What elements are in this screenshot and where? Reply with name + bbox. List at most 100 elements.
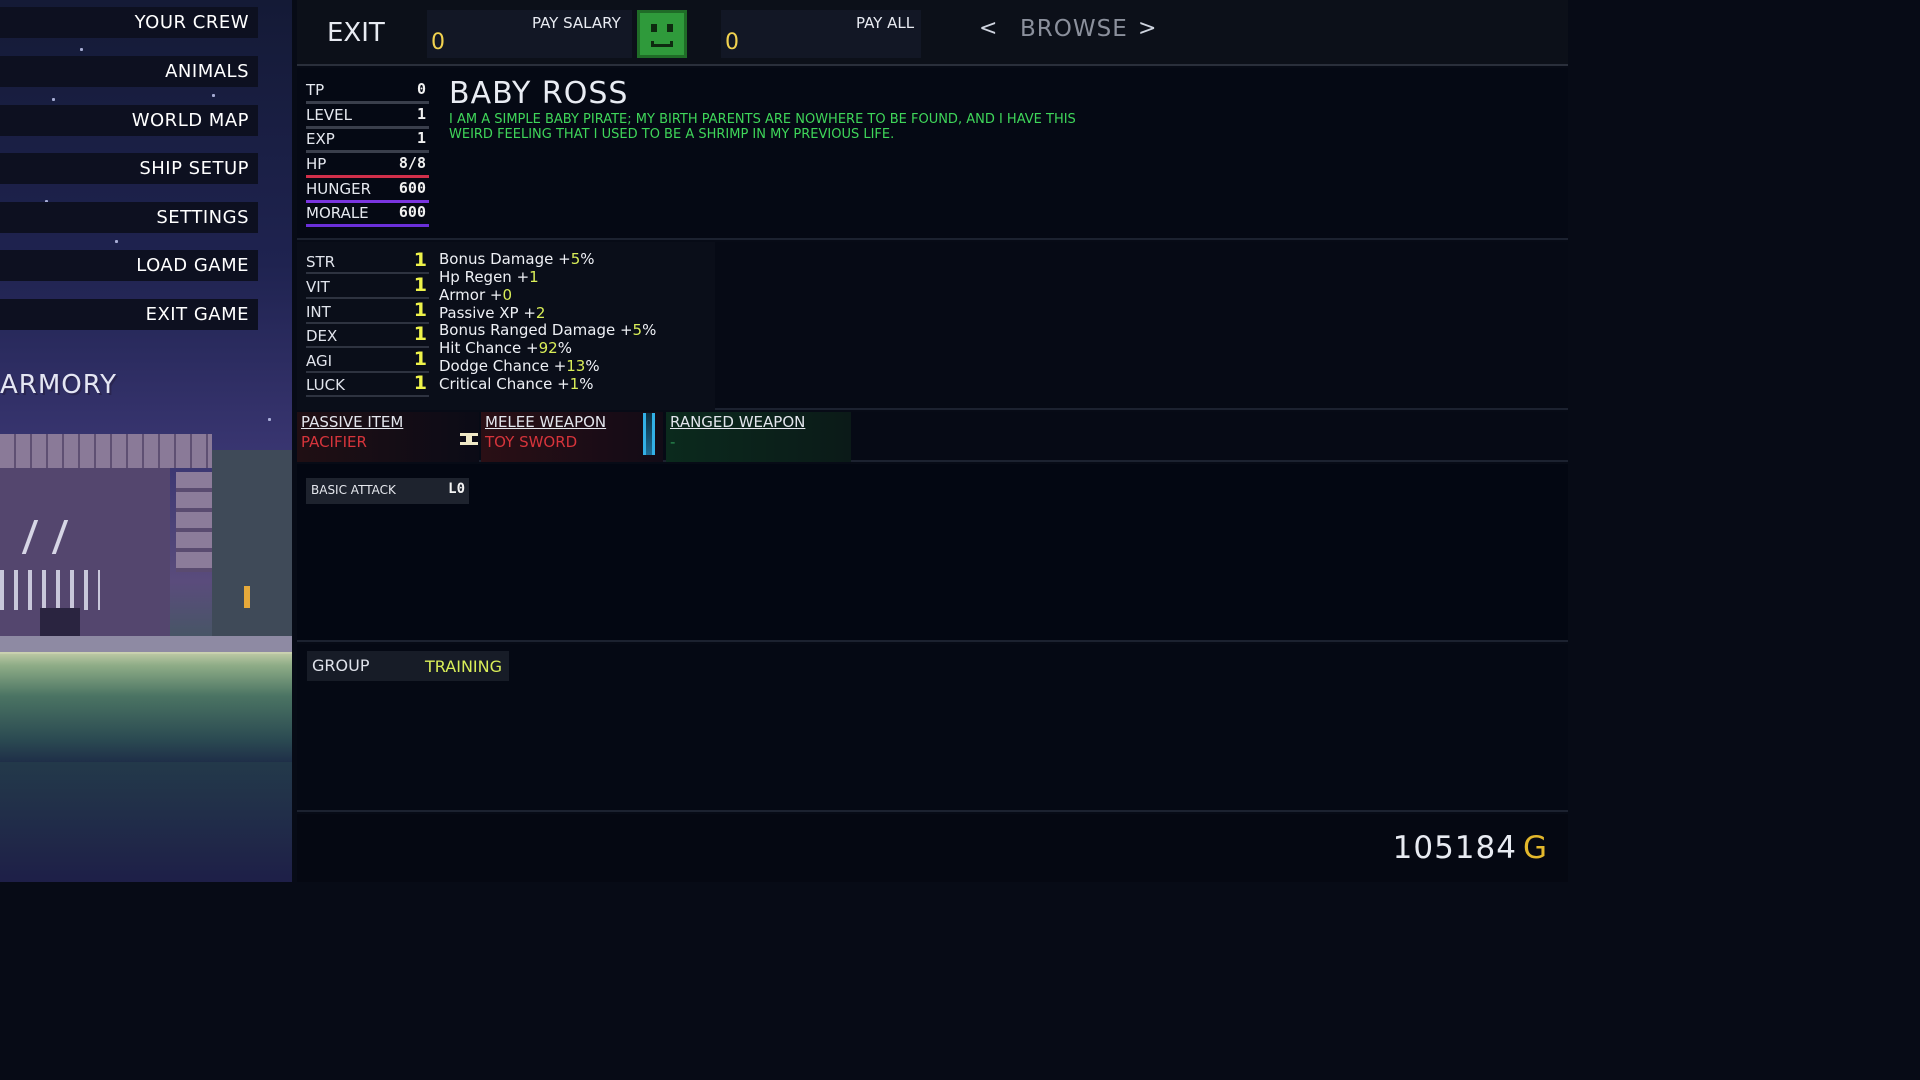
castle-wall (0, 468, 170, 648)
group-value: TRAINING (425, 657, 502, 676)
ranged-weapon-value: - (670, 433, 676, 451)
menu-exit-game[interactable]: EXIT GAME (0, 299, 258, 330)
skill-name: BASIC ATTACK (311, 483, 396, 497)
bonus-damage: Bonus Damage +5% (439, 250, 595, 268)
stat-row-hunger: HUNGER 600 (306, 179, 429, 203)
smiley-eye-left (651, 24, 657, 32)
stat-label: HP (306, 155, 327, 173)
bottom-bar: 105184 G (297, 814, 1568, 882)
weapon-rack (0, 570, 100, 610)
vial-icon (643, 413, 655, 455)
torch-flame (244, 586, 250, 608)
melee-weapon-label: MELEE WEAPON (485, 413, 607, 431)
attributes-box: STR 1 VIT 1 INT 1 DEX 1 AGI 1 LUCK 1 Bon… (297, 242, 715, 410)
melee-weapon-value: TOY SWORD (485, 433, 578, 451)
bonus-ranged-damage: Bonus Ranged Damage +5% (439, 321, 656, 339)
smiley-eye-right (667, 24, 673, 32)
browse-label: BROWSE (1020, 16, 1128, 42)
menu-ship-setup[interactable]: SHIP SETUP (0, 153, 258, 184)
attr-label: LUCK (306, 376, 345, 394)
stat-row-level: LEVEL 1 (306, 105, 429, 129)
stat-row-hp: HP 8/8 (306, 154, 429, 178)
gold-unit: G (1522, 830, 1548, 866)
stat-value: 600 (398, 179, 426, 197)
character-description: I AM A SIMPLE BABY PIRATE; MY BIRTH PARE… (449, 112, 1076, 142)
bonus-number: 2 (535, 304, 546, 322)
attr-value: 1 (413, 323, 427, 345)
stat-label: EXP (306, 130, 335, 148)
attr-row-str: STR 1 (306, 249, 429, 274)
bonus-suffix: % (642, 321, 657, 339)
bonus-number: 0 (502, 286, 513, 304)
passive-item-slot[interactable]: PASSIVE ITEM PACIFIER (297, 412, 479, 462)
stat-value: 0 (416, 80, 426, 98)
skills-panel: BASIC ATTACK L0 (297, 464, 1568, 642)
bonus-number: 1 (529, 268, 539, 286)
stat-row-morale: MORALE 600 (306, 203, 429, 227)
browse-prev-arrow-icon[interactable]: < (979, 16, 997, 41)
star (212, 94, 215, 97)
bonus-text: Passive XP + (439, 304, 536, 322)
menu-your-crew[interactable]: YOUR CREW (0, 7, 258, 38)
smiley-face-icon[interactable] (637, 10, 687, 58)
stat-row-exp: EXP 1 (306, 129, 429, 153)
stat-value: 1 (416, 105, 426, 123)
stat-value: 1 (416, 129, 426, 147)
passive-item-value: PACIFIER (301, 433, 367, 451)
water-reflection (0, 652, 292, 762)
browse-next-arrow-icon[interactable]: > (1138, 16, 1156, 41)
gold-amount: 105184 (1392, 830, 1517, 866)
bonus-number: 5 (632, 321, 643, 339)
pay-all-button[interactable]: PAY ALL (856, 14, 914, 32)
group-label: GROUP (312, 656, 370, 675)
ranged-weapon-slot[interactable]: RANGED WEAPON - (666, 412, 851, 462)
exit-button[interactable]: EXIT (327, 18, 385, 48)
star (268, 418, 271, 421)
bonus-text: Hit Chance + (439, 339, 539, 357)
stat-label: HUNGER (306, 180, 372, 198)
attr-value: 1 (413, 348, 427, 370)
attr-value: 1 (413, 249, 427, 271)
stat-value: 600 (398, 203, 426, 221)
castle-pillar (176, 472, 212, 572)
passive-item-label: PASSIVE ITEM (301, 413, 404, 431)
menu-load-game[interactable]: LOAD GAME (0, 250, 258, 281)
menu-settings[interactable]: SETTINGS (0, 202, 258, 233)
skill-basic-attack[interactable]: BASIC ATTACK L0 (306, 478, 469, 504)
bonus-number: 5 (570, 250, 581, 268)
bonus-text: Dodge Chance + (439, 357, 567, 375)
bonus-text: Hp Regen + (439, 268, 530, 286)
armory-pet-sprite (40, 608, 80, 636)
bonus-text: Critical Chance + (439, 375, 570, 393)
star (80, 48, 83, 51)
star (52, 98, 55, 101)
attr-label: AGI (306, 352, 333, 370)
menu-animals[interactable]: ANIMALS (0, 56, 258, 87)
pay-salary-label[interactable]: PAY SALARY (532, 14, 621, 32)
attr-value: 1 (413, 299, 427, 321)
attr-row-dex: DEX 1 (306, 323, 429, 348)
equipment-panel: PASSIVE ITEM PACIFIER MELEE WEAPON TOY S… (297, 412, 1568, 462)
bonus-suffix: % (579, 375, 594, 393)
attr-value: 1 (413, 274, 427, 296)
tree-foliage (212, 450, 292, 650)
castle-wall-top (0, 434, 212, 468)
stat-value: 8/8 (398, 154, 426, 172)
bonus-text: Bonus Damage + (439, 250, 571, 268)
bonus-number: 13 (566, 357, 586, 375)
melee-weapon-slot[interactable]: MELEE WEAPON TOY SWORD (481, 412, 663, 462)
menu-world-map[interactable]: WORLD MAP (0, 105, 258, 136)
attr-row-agi: AGI 1 (306, 348, 429, 373)
group-selector[interactable]: GROUP TRAINING (307, 651, 509, 681)
bonus-suffix: % (585, 357, 600, 375)
attr-row-luck: LUCK 1 (306, 372, 429, 397)
bonus-hp-regen: Hp Regen +1 (439, 268, 539, 286)
gold-counter: 105184 G (1393, 830, 1548, 866)
bonus-number: 92 (538, 339, 558, 357)
attr-value: 1 (413, 372, 427, 394)
stat-label: MORALE (306, 204, 369, 222)
attr-label: VIT (306, 278, 330, 296)
attr-label: INT (306, 303, 331, 321)
sword-icon (460, 433, 478, 445)
attr-label: STR (306, 253, 336, 271)
